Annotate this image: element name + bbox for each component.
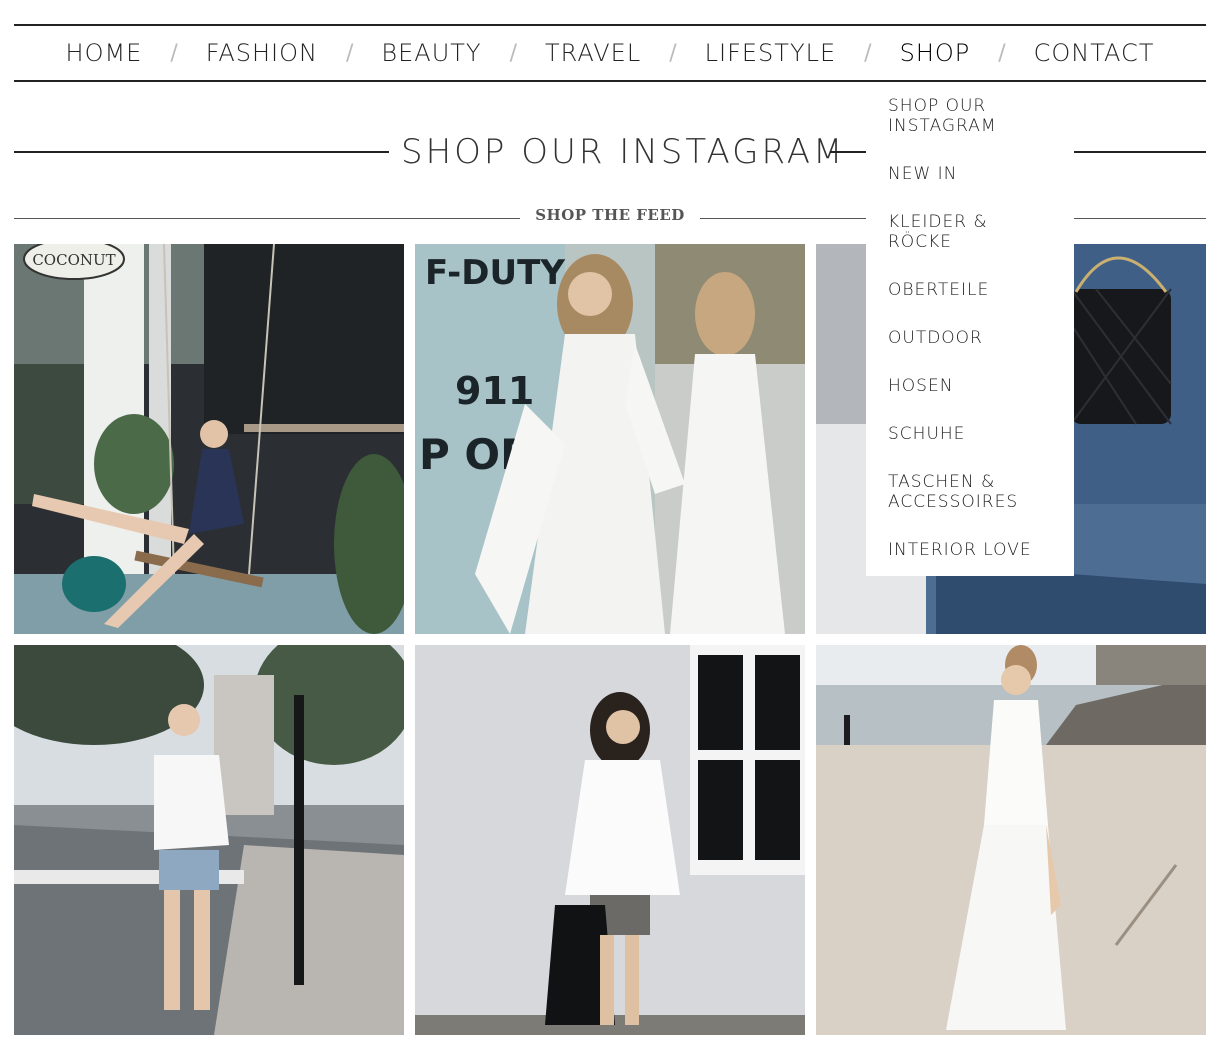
feed-subtitle: SHOP THE FEED bbox=[535, 206, 685, 224]
heading-rule-left bbox=[14, 151, 389, 153]
nav-travel[interactable]: TRAVEL bbox=[545, 39, 641, 67]
feed-photo-beach[interactable] bbox=[816, 645, 1206, 1035]
dropdown-hosen[interactable]: HOSEN bbox=[866, 376, 1074, 396]
nav-lifestyle[interactable]: LIFESTYLE bbox=[705, 39, 837, 67]
nav-separator: / bbox=[509, 40, 518, 66]
dropdown-new-in[interactable]: NEW IN bbox=[866, 164, 1074, 184]
nav-separator: / bbox=[669, 40, 677, 66]
nav-separator: / bbox=[998, 40, 1006, 66]
photo-street-icon bbox=[14, 645, 404, 1035]
photo-wall-icon bbox=[415, 645, 805, 1035]
nav-fashion[interactable]: FASHION bbox=[206, 39, 318, 67]
feed-photo-street[interactable] bbox=[14, 645, 404, 1035]
dropdown-schuhe[interactable]: SCHUHE bbox=[866, 424, 1074, 444]
dropdown-oberteile[interactable]: OBERTEILE bbox=[866, 280, 1074, 300]
dropdown-outdoor[interactable]: OUTDOOR bbox=[866, 328, 1074, 348]
shop-dropdown-menu: SHOP OUR INSTAGRAM NEW IN KLEIDER & RÖCK… bbox=[866, 84, 1074, 576]
photo-white-dress-icon: F-DUTY 911 P OFF bbox=[415, 244, 805, 634]
dropdown-taschen-accessoires[interactable]: TASCHEN & ACCESSOIRES bbox=[866, 472, 1060, 512]
dropdown-interior-love[interactable]: INTERIOR LOVE bbox=[866, 540, 1074, 560]
page-title: SHOP OUR INSTAGRAM bbox=[401, 132, 846, 172]
feed-photo-wall[interactable] bbox=[415, 645, 805, 1035]
nav-beauty[interactable]: BEAUTY bbox=[381, 39, 481, 67]
main-navigation: HOME / FASHION / BEAUTY / TRAVEL / LIFES… bbox=[14, 24, 1206, 82]
offduty-sign: F-DUTY bbox=[425, 253, 565, 293]
nav-home[interactable]: HOME bbox=[66, 39, 143, 67]
nav-shop[interactable]: SHOP bbox=[900, 39, 971, 67]
nav-contact[interactable]: CONTACT bbox=[1034, 39, 1155, 67]
photo-swing-icon: COCONUT bbox=[14, 244, 404, 634]
dropdown-kleider-roecke[interactable]: KLEIDER & RÖCKE bbox=[866, 212, 1040, 252]
coconut-sign: COCONUT bbox=[32, 251, 115, 269]
feed-photo-white-dress[interactable]: F-DUTY 911 P OFF bbox=[415, 244, 805, 634]
sign-911: 911 bbox=[455, 369, 534, 413]
nav-separator: / bbox=[345, 40, 354, 66]
dropdown-shop-our-instagram[interactable]: SHOP OUR INSTAGRAM bbox=[866, 96, 1060, 136]
nav-separator: / bbox=[864, 40, 872, 66]
nav-separator: / bbox=[170, 40, 178, 66]
photo-beach-icon bbox=[816, 645, 1206, 1035]
subheading-rule-left bbox=[14, 218, 520, 219]
nav-list: HOME / FASHION / BEAUTY / TRAVEL / LIFES… bbox=[14, 26, 1206, 80]
feed-photo-swing[interactable]: COCONUT bbox=[14, 244, 404, 634]
